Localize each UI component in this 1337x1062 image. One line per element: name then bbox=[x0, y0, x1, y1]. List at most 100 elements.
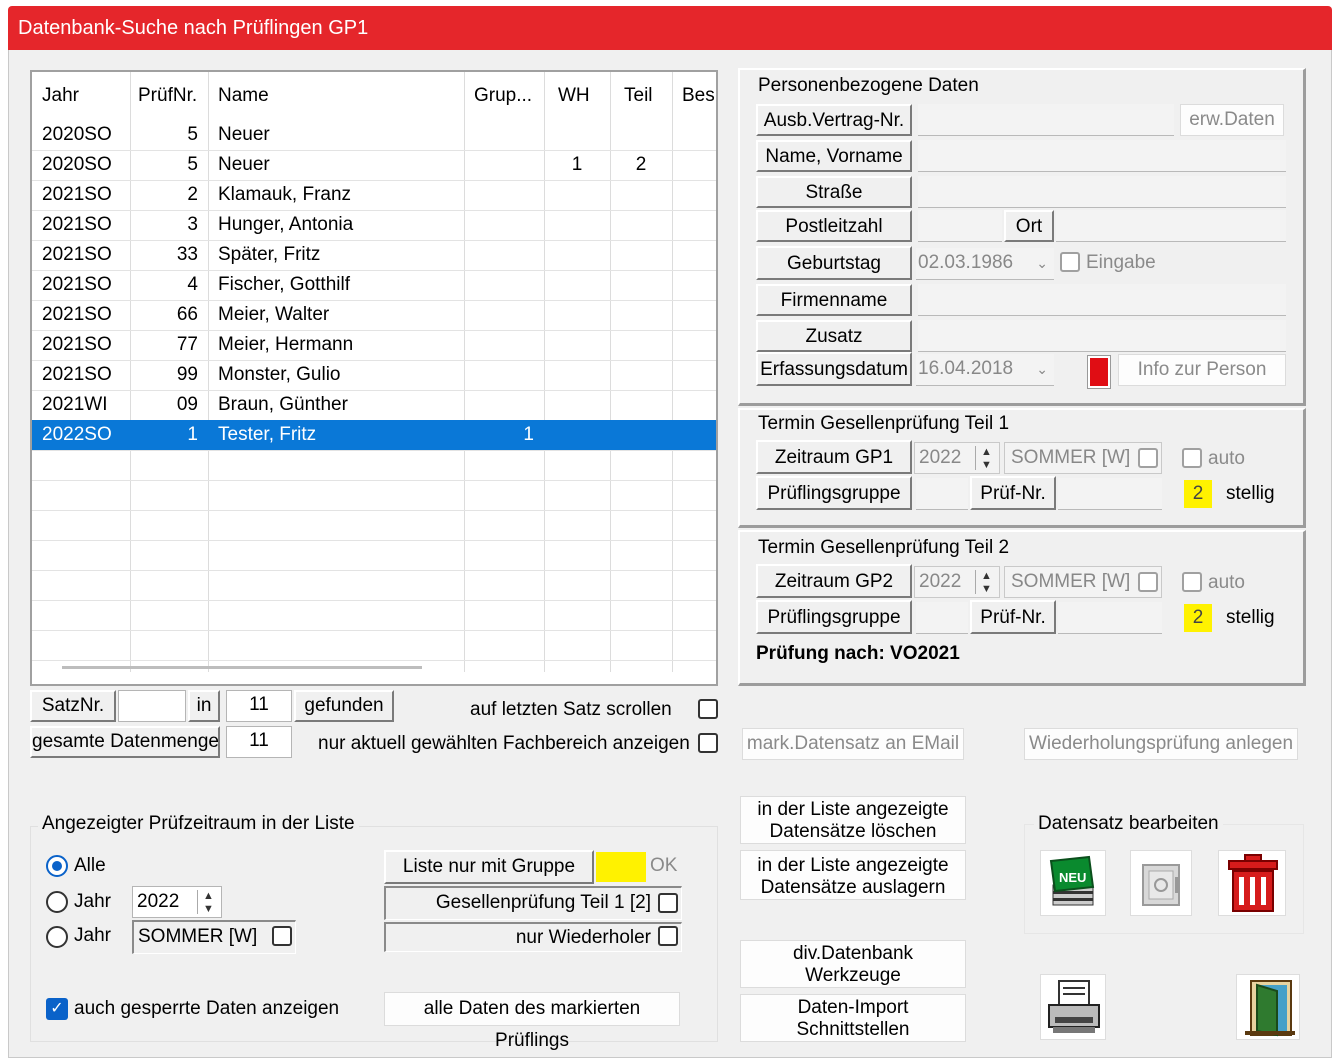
zusatz-field[interactable] bbox=[918, 320, 1286, 352]
cell-nr: 1 bbox=[187, 424, 198, 445]
spinner-arrows-icon[interactable]: ▲ ▼ bbox=[197, 890, 219, 915]
period-year-spinner[interactable]: 2022 ▲ ▼ bbox=[132, 886, 222, 918]
show-locked-label: auch gesperrte Daten anzeigen bbox=[74, 998, 340, 1019]
table-row[interactable]: 2021SO 4 Fischer, Gotthilf bbox=[32, 270, 716, 300]
print-button[interactable] bbox=[1040, 974, 1106, 1040]
cell-name: Tester, Fritz bbox=[218, 424, 317, 445]
scroll-last-checkbox[interactable] bbox=[698, 699, 718, 719]
radio-season-label: Jahr bbox=[74, 925, 111, 946]
table-row-selected[interactable]: 2022SO 1 Tester, Fritz 1 bbox=[32, 420, 716, 450]
radio-season[interactable] bbox=[46, 926, 68, 948]
erfassung-datepicker[interactable]: 16.04.2018 ⌄ bbox=[916, 354, 1054, 386]
plz-field[interactable] bbox=[918, 210, 1002, 242]
eingabe-checkbox[interactable] bbox=[1060, 252, 1080, 272]
gp1-pruefnr-field[interactable] bbox=[1058, 478, 1162, 510]
new-record-button[interactable]: NEU bbox=[1040, 850, 1106, 916]
import-line2: Schnittstellen bbox=[796, 1019, 910, 1040]
wiederholung-button[interactable]: Wiederholungsprüfung anlegen bbox=[1024, 728, 1298, 760]
horizontal-scrollbar[interactable] bbox=[62, 666, 422, 669]
radio-year-label: Jahr bbox=[74, 891, 111, 912]
period-season-checkbox[interactable] bbox=[272, 926, 292, 946]
info-person-button[interactable]: Info zur Person bbox=[1118, 354, 1286, 386]
group-only-ok[interactable]: OK bbox=[650, 853, 677, 879]
gp1-stellig-value[interactable]: 2 bbox=[1184, 480, 1212, 508]
cell-name: Neuer bbox=[218, 154, 270, 175]
gp2-pruefnr-field[interactable] bbox=[1058, 602, 1162, 634]
cell-grup bbox=[464, 180, 544, 210]
col-header-gruppe[interactable]: Grup... bbox=[464, 72, 544, 122]
gp2-season-checkbox[interactable] bbox=[1138, 572, 1158, 592]
ort-label: Ort bbox=[1004, 210, 1054, 242]
show-locked-checkbox[interactable]: ✓ bbox=[46, 998, 68, 1020]
cell-wh bbox=[544, 420, 610, 450]
name-field[interactable] bbox=[918, 140, 1286, 172]
table-row[interactable]: 2021SO 77 Meier, Hermann bbox=[32, 330, 716, 360]
gp2-auto-label: auto bbox=[1208, 572, 1245, 593]
only-current-checkbox[interactable] bbox=[698, 733, 718, 753]
table-row[interactable]: 2021WI 09 Braun, Günther bbox=[32, 390, 716, 420]
all-data-button[interactable]: alle Daten des markierten Prüflings bbox=[384, 992, 680, 1051]
gp1-auto-checkbox[interactable] bbox=[1182, 448, 1202, 468]
gp1-season-checkbox[interactable] bbox=[1138, 448, 1158, 468]
col-header-teil[interactable]: Teil bbox=[610, 72, 672, 122]
delete-listed-button[interactable]: in der Liste angezeigte Datensätze lösche… bbox=[740, 796, 966, 844]
radio-year[interactable] bbox=[46, 891, 68, 913]
delete-record-button[interactable] bbox=[1218, 850, 1286, 916]
satznr-input[interactable] bbox=[118, 690, 186, 722]
radio-all[interactable] bbox=[46, 855, 68, 877]
scroll-last-label: auf letzten Satz scrollen bbox=[470, 699, 672, 720]
exit-button[interactable] bbox=[1236, 974, 1300, 1040]
group-only-input[interactable] bbox=[596, 852, 646, 882]
ausb-field[interactable] bbox=[918, 104, 1174, 136]
cell-grup bbox=[464, 120, 544, 150]
col-header-wh[interactable]: WH bbox=[544, 72, 610, 122]
col-header-pruefnr[interactable]: PrüfNr. bbox=[130, 72, 208, 122]
cell-teil bbox=[610, 330, 672, 360]
safe-icon bbox=[1142, 864, 1180, 906]
cell-jahr: 2021SO bbox=[42, 214, 112, 235]
db-tools-button[interactable]: div.Datenbank Werkzeuge bbox=[740, 940, 966, 988]
table-row[interactable]: 2021SO 3 Hunger, Antonia bbox=[32, 210, 716, 240]
table-row[interactable]: 2021SO 66 Meier, Walter bbox=[32, 300, 716, 330]
table-row[interactable]: 2020SO 5 Neuer 1 2 bbox=[32, 150, 716, 180]
spinner-arrows-icon[interactable]: ▲ ▼ bbox=[975, 570, 997, 595]
table-row[interactable]: 2021SO 2 Klamauk, Franz bbox=[32, 180, 716, 210]
gp1-year-spinner[interactable]: 2022 ▲ ▼ bbox=[914, 442, 1000, 474]
strasse-field[interactable] bbox=[918, 176, 1286, 208]
col-header-bes[interactable]: Bes bbox=[672, 72, 716, 122]
firma-field[interactable] bbox=[918, 284, 1286, 316]
only-repeaters-checkbox[interactable] bbox=[658, 926, 678, 946]
erw-daten-button[interactable]: erw.Daten bbox=[1180, 104, 1284, 136]
geburtstag-datepicker[interactable]: 02.03.1986 ⌄ bbox=[916, 248, 1054, 280]
data-import-button[interactable]: Daten-Import Schnittstellen bbox=[740, 994, 966, 1042]
table-row[interactable]: 2020SO 5 Neuer bbox=[32, 120, 716, 150]
gp1-pruefnr-label: Prüf-Nr. bbox=[970, 476, 1056, 510]
cell-teil: 2 bbox=[635, 154, 647, 175]
eingabe-label: Eingabe bbox=[1086, 252, 1156, 273]
spinner-arrows-icon[interactable]: ▲ ▼ bbox=[975, 446, 997, 471]
gp1-gruppe-field[interactable] bbox=[916, 478, 968, 510]
results-grid[interactable]: Jahr PrüfNr. Name Grup... WH Teil Bes 20… bbox=[30, 70, 718, 686]
status-flag-icon[interactable] bbox=[1088, 356, 1110, 388]
geburtstag-value: 02.03.1986 bbox=[918, 252, 1014, 273]
printer-icon bbox=[1048, 980, 1100, 1033]
delete-line1: in der Liste angezeigte bbox=[757, 799, 949, 820]
table-row[interactable]: 2021SO 33 Später, Fritz bbox=[32, 240, 716, 270]
mail-record-button[interactable]: mark.Datensatz an EMail bbox=[742, 728, 964, 760]
chevron-down-icon: ⌄ bbox=[1036, 255, 1048, 271]
total-count: 11 bbox=[226, 726, 292, 758]
col-header-name[interactable]: Name bbox=[208, 72, 464, 122]
gp2-stellig-value[interactable]: 2 bbox=[1184, 604, 1212, 632]
table-row[interactable]: 2021SO 99 Monster, Gulio bbox=[32, 360, 716, 390]
gp-teil1-checkbox[interactable] bbox=[658, 893, 678, 913]
col-header-jahr[interactable]: Jahr bbox=[32, 72, 130, 122]
archive-record-button[interactable] bbox=[1130, 850, 1192, 916]
erfassung-label: Erfassungsdatum bbox=[756, 352, 912, 386]
cell-name: Fischer, Gotthilf bbox=[218, 274, 350, 295]
gp2-auto-checkbox[interactable] bbox=[1182, 572, 1202, 592]
gp2-gruppe-field[interactable] bbox=[916, 602, 968, 634]
ort-field[interactable] bbox=[1056, 210, 1286, 242]
outsource-listed-button[interactable]: in der Liste angezeigte Datensätze auslag… bbox=[740, 850, 966, 900]
gp2-year-spinner[interactable]: 2022 ▲ ▼ bbox=[914, 566, 1000, 598]
gp1-auto-label: auto bbox=[1208, 448, 1245, 469]
